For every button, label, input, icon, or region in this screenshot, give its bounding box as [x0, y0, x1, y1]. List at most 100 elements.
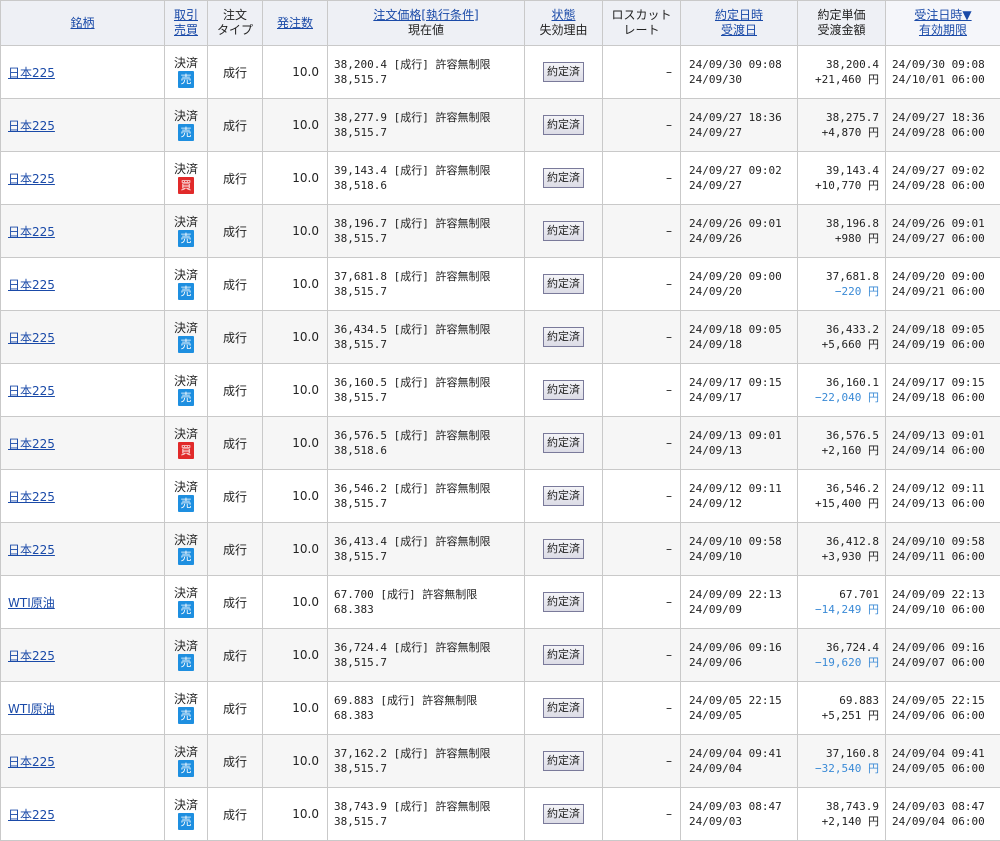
cell-name[interactable]: WTI原油 [1, 682, 165, 735]
status-button[interactable]: 約定済 [543, 62, 584, 82]
cell-price: 36,434.5 [成行] 許容無制限 38,515.7 [328, 311, 525, 364]
order-datetime: 24/09/06 09:16 [892, 640, 1000, 655]
cell-name[interactable]: 日本225 [1, 152, 165, 205]
order-datetime: 24/09/18 09:05 [892, 322, 1000, 337]
cell-name[interactable]: 日本225 [1, 629, 165, 682]
sort-expiry-link[interactable]: 有効期限 [886, 23, 1000, 38]
cell-unit: 36,576.5 +2,160 円 [798, 417, 886, 470]
col-status[interactable]: 状態 失効理由 [525, 1, 603, 46]
instrument-link[interactable]: 日本225 [8, 278, 55, 292]
status-button[interactable]: 約定済 [543, 115, 584, 135]
status-button[interactable]: 約定済 [543, 168, 584, 188]
cell-name[interactable]: 日本225 [1, 205, 165, 258]
cell-status[interactable]: 約定済 [525, 788, 603, 841]
cell-status[interactable]: 約定済 [525, 258, 603, 311]
col-price[interactable]: 注文価格[執行条件] 現在値 [328, 1, 525, 46]
col-yakujo[interactable]: 約定日時 受渡日 [681, 1, 798, 46]
sort-yakujo-link[interactable]: 約定日時 [681, 8, 797, 23]
side-badge: 売 [178, 336, 194, 353]
settle-amount: +5,660 円 [798, 337, 879, 352]
cell-status[interactable]: 約定済 [525, 46, 603, 99]
cell-unit: 39,143.4 +10,770 円 [798, 152, 886, 205]
sort-meigara-link[interactable]: 銘柄 [70, 16, 94, 30]
cell-order-type: 成行 [208, 258, 263, 311]
sort-status-link[interactable]: 状態 [525, 8, 602, 23]
order-datetime: 24/09/10 09:58 [892, 534, 1000, 549]
cell-status[interactable]: 約定済 [525, 99, 603, 152]
status-button[interactable]: 約定済 [543, 751, 584, 771]
sort-settle-link[interactable]: 受渡日 [681, 23, 797, 38]
col-meigara[interactable]: 銘柄 [1, 1, 165, 46]
exec-unit-price: 36,412.8 [798, 534, 879, 549]
cell-status[interactable]: 約定済 [525, 576, 603, 629]
cell-status[interactable]: 約定済 [525, 629, 603, 682]
cell-status[interactable]: 約定済 [525, 152, 603, 205]
sort-baibai-link[interactable]: 売買 [165, 23, 207, 38]
instrument-link[interactable]: 日本225 [8, 808, 55, 822]
status-button[interactable]: 約定済 [543, 433, 584, 453]
cell-name[interactable]: 日本225 [1, 364, 165, 417]
status-button[interactable]: 約定済 [543, 486, 584, 506]
status-button[interactable]: 約定済 [543, 327, 584, 347]
expiry-datetime: 24/09/13 06:00 [892, 496, 1000, 511]
status-button[interactable]: 約定済 [543, 804, 584, 824]
status-button[interactable]: 約定済 [543, 274, 584, 294]
cell-status[interactable]: 約定済 [525, 735, 603, 788]
status-button[interactable]: 約定済 [543, 221, 584, 241]
side-label: 決済 [165, 215, 207, 229]
cell-name[interactable]: 日本225 [1, 523, 165, 576]
table-row: WTI原油 決済 売 成行 10.0 67.700 [成行] 許容無制限 68.… [1, 576, 1000, 629]
cell-status[interactable]: 約定済 [525, 311, 603, 364]
instrument-link[interactable]: 日本225 [8, 172, 55, 186]
instrument-link[interactable]: 日本225 [8, 66, 55, 80]
col-torihiki[interactable]: 取引 売買 [165, 1, 208, 46]
col-juchu[interactable]: 受注日時▼ 有効期限 [886, 1, 1000, 46]
col-hatchu[interactable]: 発注数 [263, 1, 328, 46]
cell-quantity: 10.0 [263, 152, 328, 205]
cell-status[interactable]: 約定済 [525, 523, 603, 576]
sort-juchu-link[interactable]: 受注日時▼ [886, 8, 1000, 23]
status-button[interactable]: 約定済 [543, 539, 584, 559]
cell-name[interactable]: 日本225 [1, 311, 165, 364]
instrument-link[interactable]: 日本225 [8, 225, 55, 239]
cell-name[interactable]: 日本225 [1, 46, 165, 99]
instrument-link[interactable]: 日本225 [8, 384, 55, 398]
order-price: 37,162.2 [成行] 許容無制限 [334, 746, 524, 761]
order-datetime: 24/09/09 22:13 [892, 587, 1000, 602]
instrument-link[interactable]: 日本225 [8, 437, 55, 451]
current-price: 38,515.7 [334, 549, 524, 564]
status-button[interactable]: 約定済 [543, 380, 584, 400]
cell-status[interactable]: 約定済 [525, 470, 603, 523]
instrument-link[interactable]: WTI原油 [8, 596, 55, 610]
cell-name[interactable]: 日本225 [1, 470, 165, 523]
settle-date: 24/09/10 [689, 549, 797, 564]
exec-datetime: 24/09/10 09:58 [689, 534, 797, 549]
cell-status[interactable]: 約定済 [525, 682, 603, 735]
exec-datetime: 24/09/30 09:08 [689, 57, 797, 72]
instrument-link[interactable]: 日本225 [8, 331, 55, 345]
status-button[interactable]: 約定済 [543, 645, 584, 665]
instrument-link[interactable]: 日本225 [8, 543, 55, 557]
status-button[interactable]: 約定済 [543, 698, 584, 718]
cell-name[interactable]: WTI原油 [1, 576, 165, 629]
instrument-link[interactable]: WTI原油 [8, 702, 55, 716]
sort-price-link[interactable]: 注文価格[執行条件] [328, 8, 524, 23]
instrument-link[interactable]: 日本225 [8, 490, 55, 504]
sort-torihiki-link[interactable]: 取引 [165, 8, 207, 23]
side-badge: 売 [178, 760, 194, 777]
sort-hatchu-link[interactable]: 発注数 [277, 16, 313, 30]
status-button[interactable]: 約定済 [543, 592, 584, 612]
instrument-link[interactable]: 日本225 [8, 649, 55, 663]
instrument-link[interactable]: 日本225 [8, 755, 55, 769]
cell-status[interactable]: 約定済 [525, 417, 603, 470]
instrument-link[interactable]: 日本225 [8, 119, 55, 133]
cell-status[interactable]: 約定済 [525, 364, 603, 417]
cell-name[interactable]: 日本225 [1, 417, 165, 470]
side-label: 決済 [165, 374, 207, 388]
cell-name[interactable]: 日本225 [1, 258, 165, 311]
cell-name[interactable]: 日本225 [1, 99, 165, 152]
cell-unit: 37,160.8 −32,540 円 [798, 735, 886, 788]
cell-name[interactable]: 日本225 [1, 735, 165, 788]
cell-status[interactable]: 約定済 [525, 205, 603, 258]
cell-name[interactable]: 日本225 [1, 788, 165, 841]
